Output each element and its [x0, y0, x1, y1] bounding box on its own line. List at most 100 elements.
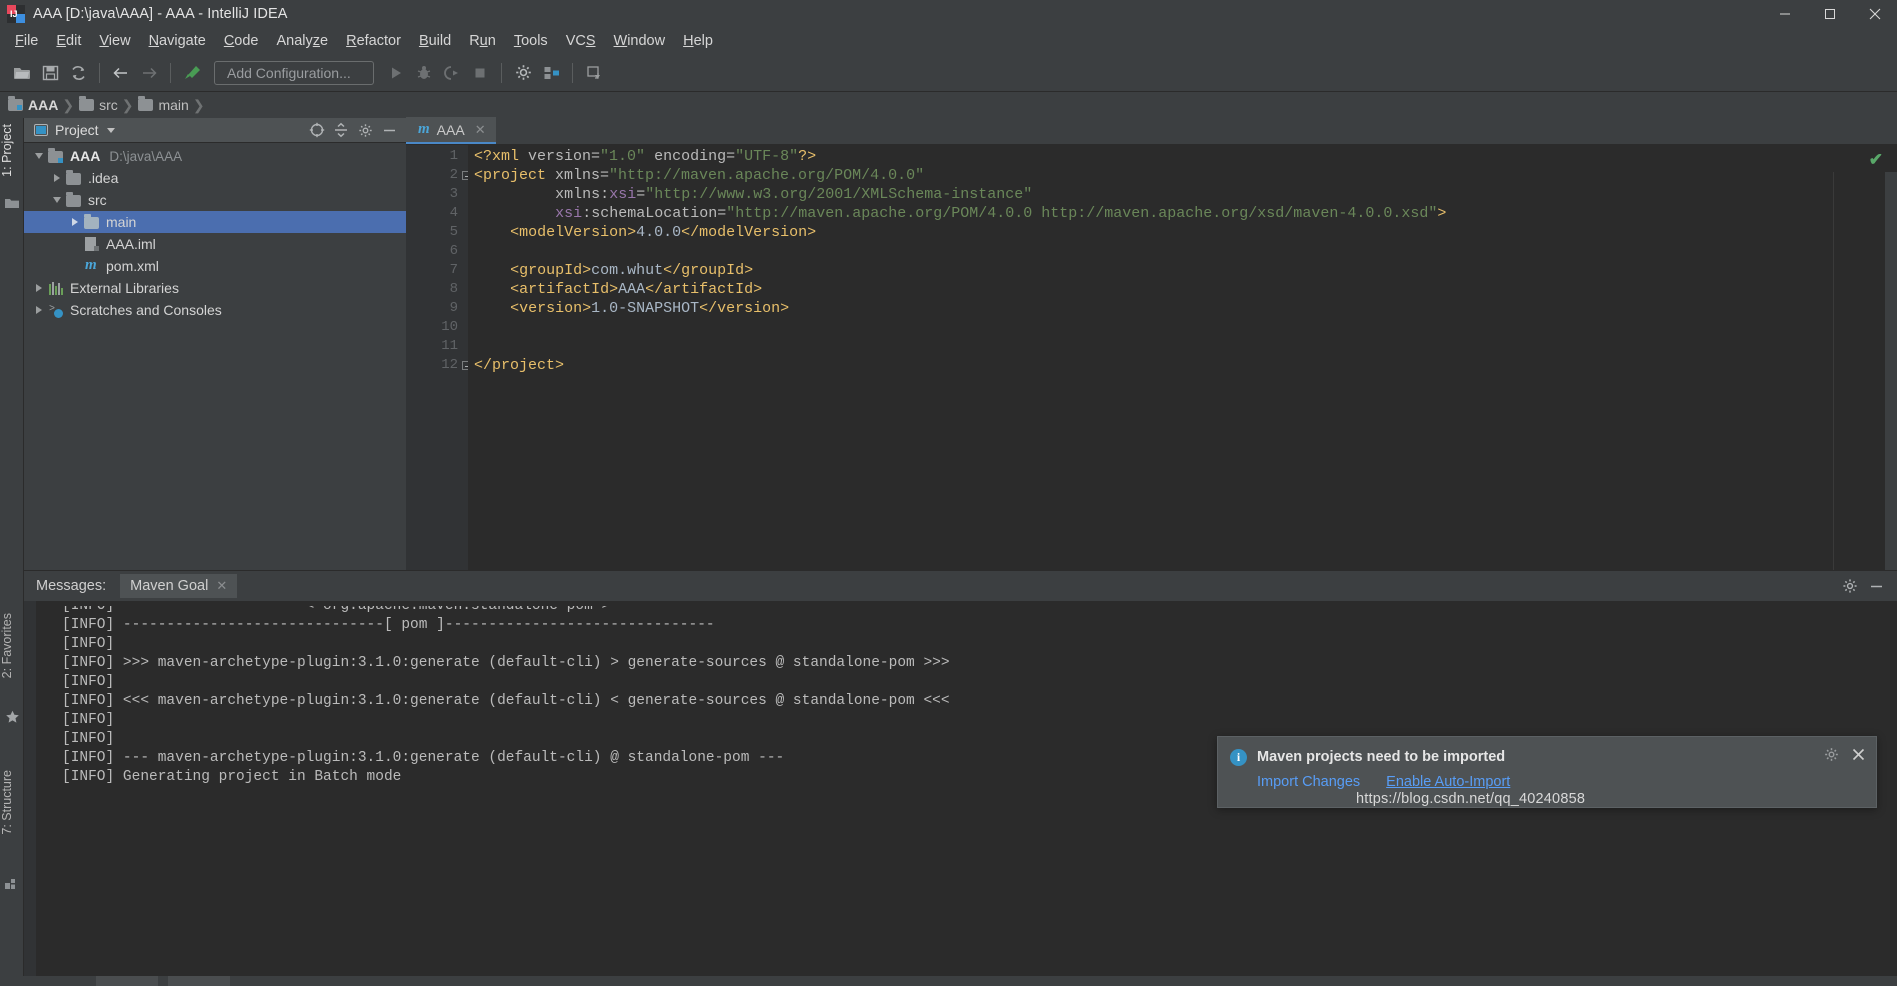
code-line[interactable]: <modelVersion>4.0.0</modelVersion> [510, 223, 816, 242]
code-line[interactable]: </project> [474, 356, 564, 375]
menu-vcs[interactable]: VCS [557, 30, 605, 52]
open-project-icon[interactable] [8, 59, 36, 87]
menu-analyze[interactable]: Analyze [268, 30, 338, 52]
tree-row-selected[interactable]: main [24, 211, 406, 233]
tree-row[interactable]: m pom.xml [24, 255, 406, 277]
update-project-icon[interactable] [580, 59, 608, 87]
minimize-button[interactable] [1762, 0, 1807, 28]
line-number: 7 [449, 262, 458, 278]
editor-scrollbar-track[interactable] [1885, 172, 1897, 570]
debug-icon[interactable] [410, 59, 438, 87]
console-line: [INFO] [62, 636, 123, 652]
run-configuration-selector[interactable]: Add Configuration... [214, 60, 374, 85]
code-line[interactable]: <?xml version="1.0" encoding="UTF-8"?> [474, 147, 816, 166]
line-number: 4 [449, 205, 458, 221]
notification-actions [1824, 747, 1866, 767]
tree-row[interactable]: .idea [24, 167, 406, 189]
console-line: [INFO] ------------------------------[ p… [62, 617, 715, 633]
console-left-gutter [24, 601, 36, 986]
hide-panel-icon[interactable] [378, 119, 400, 141]
stop-icon[interactable] [466, 59, 494, 87]
panel-settings-gear-icon[interactable] [1839, 575, 1861, 597]
tree-row[interactable]: >_ Scratches and Consoles [24, 299, 406, 321]
code-token: version= [528, 148, 601, 165]
code-line[interactable]: xsi:schemaLocation="http://maven.apache.… [555, 204, 1446, 223]
hide-panel-icon[interactable] [1865, 575, 1887, 597]
breadcrumb-separator: ❯ [62, 96, 75, 113]
tree-row[interactable]: AAA.iml [24, 233, 406, 255]
tree-toggle-expanded-icon[interactable] [30, 153, 48, 159]
tree-item-label: src [88, 192, 107, 208]
enable-auto-import-link[interactable]: Enable Auto-Import [1386, 774, 1510, 790]
editor-tab-bar: m AAA ✕ [406, 117, 1897, 145]
close-button[interactable] [1852, 0, 1897, 28]
chevron-down-icon[interactable] [106, 127, 115, 133]
code-token: xsi [609, 186, 637, 203]
tree-toggle-collapsed-icon[interactable] [48, 174, 66, 182]
menu-view[interactable]: View [90, 30, 139, 52]
menu-tools[interactable]: Tools [505, 30, 557, 52]
maximize-button[interactable] [1807, 0, 1852, 28]
menu-file[interactable]: File [6, 30, 47, 52]
panel-settings-gear-icon[interactable] [354, 119, 376, 141]
breadcrumb-item-src[interactable]: src [79, 96, 118, 113]
tree-item-label: pom.xml [106, 258, 159, 274]
tree-row[interactable]: External Libraries [24, 277, 406, 299]
code-line[interactable]: <project xmlns="http://maven.apache.org/… [474, 166, 924, 185]
code-line[interactable]: <artifactId>AAA</artifactId> [510, 280, 762, 299]
code-line[interactable]: <version>1.0-SNAPSHOT</version> [510, 299, 789, 318]
project-structure-icon[interactable] [537, 59, 565, 87]
code-editor[interactable]: 1 2 3 4 5 6 7 8 9 10 11 12 <?xml version="1.0" enco… [406, 145, 1897, 570]
navigate-back-icon[interactable] [107, 59, 135, 87]
save-all-icon[interactable] [36, 59, 64, 87]
tree-toggle-collapsed-icon[interactable] [30, 306, 48, 314]
code-line[interactable]: xmlns:xsi="http://www.w3.org/2001/XMLSch… [555, 185, 1032, 204]
messages-label: Messages: [36, 578, 107, 594]
console-line: [INFO] --- maven-archetype-plugin:3.1.0:… [62, 750, 785, 766]
tool-window-button-structure[interactable]: 7: Structure [0, 770, 24, 835]
tree-toggle-collapsed-icon[interactable] [30, 284, 48, 292]
code-line[interactable]: <groupId>com.whut</groupId> [510, 261, 753, 280]
maven-goal-tab[interactable]: Maven Goal ✕ [120, 574, 238, 598]
collapse-all-icon[interactable] [330, 119, 352, 141]
editor-gutter[interactable]: 1 2 3 4 5 6 7 8 9 10 11 12 [406, 145, 471, 570]
tree-item-label: Scratches and Consoles [70, 302, 222, 318]
settings-gear-icon[interactable] [509, 59, 537, 87]
folder-icon [66, 192, 82, 208]
breadcrumb-separator: ❯ [121, 96, 134, 113]
editor-tab-aaa[interactable]: m AAA ✕ [406, 117, 496, 144]
tree-toggle-collapsed-icon[interactable] [66, 218, 84, 226]
tool-window-button-favorites[interactable]: 2: Favorites [0, 613, 24, 678]
menu-run[interactable]: Run [460, 30, 505, 52]
navigate-forward-icon[interactable] [135, 59, 163, 87]
menu-window[interactable]: Window [605, 30, 675, 52]
gear-icon[interactable] [1824, 747, 1839, 767]
title-bar: IJ AAA [D:\java\AAA] - AAA - IntelliJ ID… [0, 0, 1897, 28]
console-line-clipped: [INFO] ---------------------< org.apache… [62, 601, 793, 614]
menu-refactor[interactable]: Refactor [337, 30, 410, 52]
close-icon[interactable]: ✕ [475, 122, 486, 138]
run-icon[interactable] [382, 59, 410, 87]
inspection-ok-icon[interactable]: ✔ [1869, 150, 1883, 170]
scroll-from-source-icon[interactable] [306, 119, 328, 141]
close-icon[interactable] [1851, 747, 1866, 767]
build-hammer-icon[interactable] [178, 59, 206, 87]
code-token: </version> [699, 300, 790, 317]
menu-navigate[interactable]: Navigate [140, 30, 215, 52]
code-text-area[interactable]: <?xml version="1.0" encoding="UTF-8"?> <p… [468, 145, 1897, 570]
run-with-coverage-icon[interactable] [438, 59, 466, 87]
line-number: 2 [449, 167, 458, 183]
sync-refresh-icon[interactable] [64, 59, 92, 87]
tree-row[interactable]: AAA D:\java\AAA [24, 145, 406, 167]
menu-help[interactable]: Help [674, 30, 722, 52]
breadcrumb-item-aaa[interactable]: AAA [8, 96, 58, 113]
close-icon[interactable]: ✕ [216, 578, 227, 594]
tool-window-button-project[interactable]: 1: Project [0, 124, 24, 177]
menu-build[interactable]: Build [410, 30, 460, 52]
menu-code[interactable]: Code [215, 30, 268, 52]
import-changes-link[interactable]: Import Changes [1257, 774, 1360, 790]
tree-row[interactable]: src [24, 189, 406, 211]
breadcrumb-item-main[interactable]: main [138, 96, 189, 113]
tree-toggle-expanded-icon[interactable] [48, 197, 66, 203]
menu-edit[interactable]: Edit [47, 30, 90, 52]
